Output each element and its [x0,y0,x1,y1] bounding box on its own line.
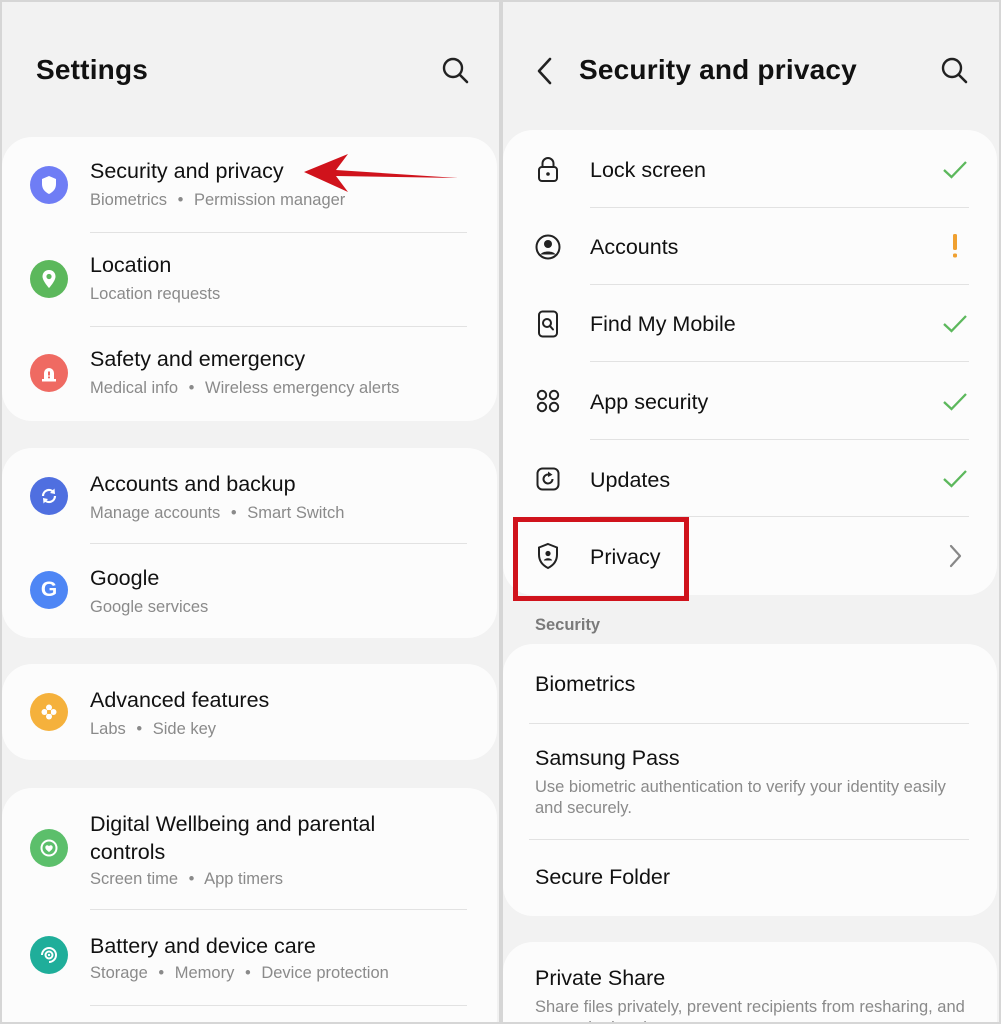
google-icon: G [30,571,68,609]
item-title: Safety and emergency [90,347,306,371]
shield-icon [30,166,68,204]
page-title: Settings [36,54,149,85]
back-button[interactable] [531,54,561,88]
settings-item-google[interactable]: G Google Google services [2,544,497,638]
back-arrow-icon [537,57,552,85]
settings-header: Settings [2,2,499,137]
item-title: Updates [590,468,671,492]
item-title: Secure Folder [535,865,671,889]
wellbeing-heart-icon [30,829,68,867]
lock-icon [533,154,563,184]
app-grid-icon [533,386,563,416]
check-icon [941,388,969,416]
security-privacy-panel: Security and privacy Lock screen Account… [503,2,999,1022]
item-title: Battery and device care [90,934,316,958]
security-item-updates[interactable]: Updates [503,440,997,517]
security-item-find-my-mobile[interactable]: Find My Mobile [503,285,997,362]
security-item-private-share[interactable]: Private Share Share files privately, pre… [503,942,997,1022]
item-subtitle: Share files privately, prevent recipient… [535,998,965,1022]
item-title: Biometrics [535,672,636,696]
settings-panel: Settings Security and privacy Biometrics… [2,2,499,1022]
security-card: Biometrics Samsung Pass Use biometric au… [503,644,997,916]
security-item-secure-folder[interactable]: Secure Folder [503,840,997,916]
warning-icon [941,232,969,260]
item-subtitle: Location requests [90,285,221,303]
settings-item-advanced-features[interactable]: Advanced features Labs • Side key [2,664,497,760]
security-header: Security and privacy [503,2,999,137]
item-subtitle: Medical info • Wireless emergency alerts [90,379,400,397]
item-title: Advanced features [90,688,270,712]
item-title: Security and privacy [90,159,284,183]
item-title: Lock screen [590,158,706,182]
item-title: Location [90,253,172,277]
item-subtitle: Storage • Memory • Device protection [90,964,389,982]
item-title: Accounts and backup [90,472,296,496]
page-title: Security and privacy [579,54,857,85]
item-title-line-1: Digital Wellbeing and parental [90,812,376,836]
location-pin-icon [30,260,68,298]
settings-group-2: Accounts and backup Manage accounts • Sm… [2,448,497,638]
security-item-accounts[interactable]: Accounts [503,208,997,285]
item-subtitle: Screen time • App timers [90,870,283,888]
item-subtitle: Google services [90,598,209,616]
settings-item-accounts-backup[interactable]: Accounts and backup Manage accounts • Sm… [2,448,497,544]
item-title: Find My Mobile [590,312,736,336]
item-subtitle: Use biometric authentication to verify y… [535,778,946,817]
item-title: Private Share [535,966,666,990]
chevron-right-icon [941,542,969,570]
settings-group-3: Advanced features Labs • Side key [2,664,497,760]
annotation-arrow [304,154,458,192]
private-share-card: Private Share Share files privately, pre… [503,942,997,1022]
item-title: Accounts [590,235,679,259]
settings-item-location[interactable]: Location Location requests [2,233,497,327]
emergency-alert-icon [30,354,68,392]
check-icon [941,156,969,184]
check-icon [941,310,969,338]
update-icon [533,464,563,494]
item-title: Google [90,566,160,590]
sync-icon [30,477,68,515]
security-item-samsung-pass[interactable]: Samsung Pass Use biometric authenticatio… [503,724,997,840]
item-title-line-2: controls [90,840,166,864]
search-icon [941,57,968,84]
security-item-biometrics[interactable]: Biometrics [503,644,997,724]
search-button[interactable] [440,54,472,88]
puzzle-gear-icon [30,693,68,731]
item-subtitle: Manage accounts • Smart Switch [90,504,345,522]
security-item-app-security[interactable]: App security [503,362,997,440]
settings-item-battery-device-care[interactable]: Battery and device care Storage • Memory… [2,910,497,1006]
item-title: Samsung Pass [535,746,680,770]
settings-item-safety-emergency[interactable]: Safety and emergency Medical info • Wire… [2,327,497,421]
search-icon [442,57,469,84]
account-circle-icon [533,232,563,262]
item-subtitle: Labs • Side key [90,720,217,738]
settings-group-4: Digital Wellbeing and parental controls … [2,788,497,1022]
annotation-highlight-box [513,517,689,601]
search-button[interactable] [939,54,971,88]
settings-item-digital-wellbeing[interactable]: Digital Wellbeing and parental controls … [2,788,497,910]
find-mobile-icon [533,309,563,339]
check-icon [941,465,969,493]
security-item-lock-screen[interactable]: Lock screen [503,130,997,208]
item-title: App security [590,390,709,414]
device-care-icon [30,936,68,974]
section-label-security: Security [535,616,601,634]
